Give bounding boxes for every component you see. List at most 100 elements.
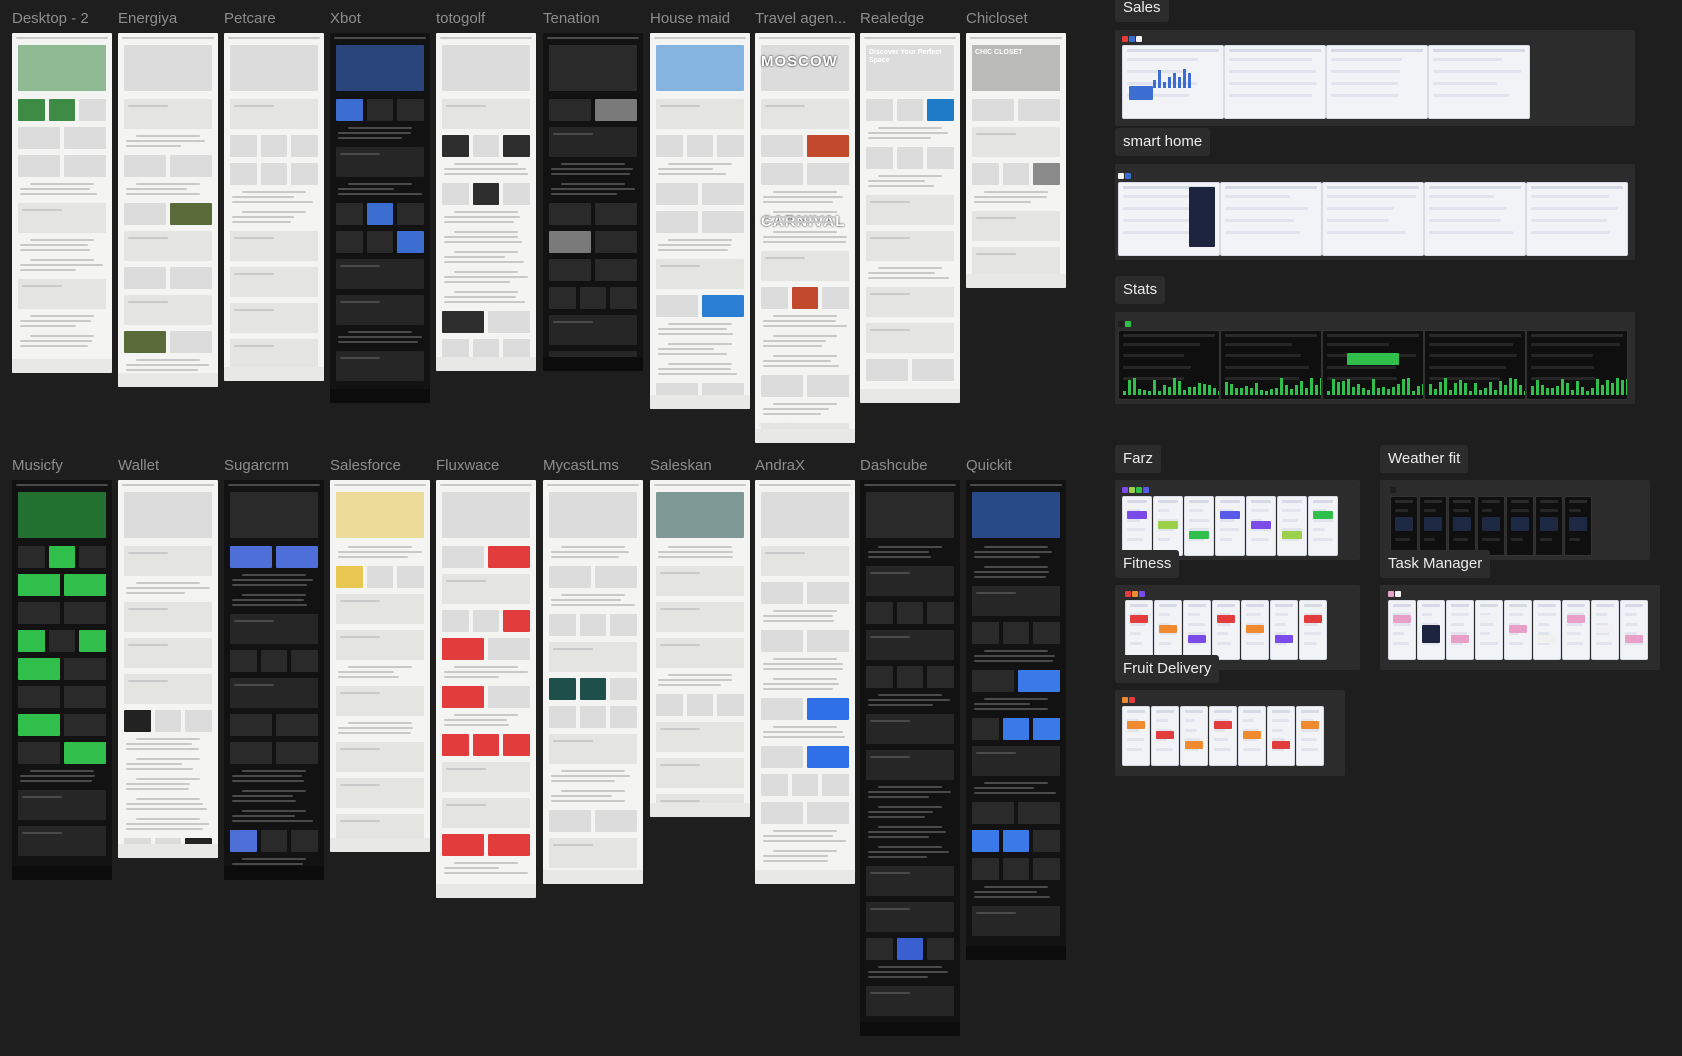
group-frame-thumbnail[interactable] (1209, 706, 1237, 766)
group-frame-thumbnail[interactable] (1504, 600, 1532, 660)
frame-label[interactable]: Fluxwace (436, 457, 499, 475)
group-frame-thumbnail[interactable] (1154, 600, 1182, 660)
frame-label[interactable]: Quickit (966, 457, 1012, 475)
page-thumbnail-frame[interactable] (543, 33, 643, 371)
group-frame-thumbnail[interactable] (1591, 600, 1619, 660)
group-frame-thumbnail[interactable] (1446, 600, 1474, 660)
frame-label[interactable]: Musicfy (12, 457, 63, 475)
content-card (276, 546, 318, 568)
group-frame-thumbnail[interactable] (1388, 600, 1416, 660)
group-frame-thumbnail[interactable] (1241, 600, 1269, 660)
group-frame-thumbnail[interactable] (1296, 706, 1324, 766)
group-frame-thumbnail[interactable] (1417, 600, 1445, 660)
frame-label[interactable]: AndraX (755, 457, 805, 475)
group-frame-thumbnail[interactable] (1153, 496, 1183, 556)
group-frame-thumbnail[interactable] (1477, 496, 1505, 556)
frame-label[interactable]: Realedge (860, 10, 924, 28)
group-frame-thumbnail[interactable] (1526, 182, 1628, 256)
group-frame-thumbnail[interactable] (1246, 496, 1276, 556)
page-thumbnail-frame[interactable] (330, 33, 430, 403)
group-frame-thumbnail[interactable] (1118, 182, 1220, 256)
group-frame-thumbnail[interactable] (1125, 600, 1153, 660)
page-thumbnail-frame[interactable]: MOSCOWCARNIVALEXPLORER'S HAVEN (755, 33, 855, 443)
group-frame-thumbnail[interactable] (1419, 496, 1447, 556)
page-thumbnail-frame[interactable] (118, 33, 218, 387)
page-thumbnail-frame[interactable] (436, 480, 536, 898)
frame-label[interactable]: Salesforce (330, 457, 401, 475)
group-frame-thumbnail[interactable] (1238, 706, 1266, 766)
group-label[interactable]: Weather fit (1380, 445, 1469, 473)
group-frame-thumbnail[interactable] (1424, 330, 1526, 400)
group-frame-thumbnail[interactable] (1212, 600, 1240, 660)
group-frame-thumbnail[interactable] (1277, 496, 1307, 556)
group-frame-thumbnail[interactable] (1390, 496, 1418, 556)
frame-label[interactable]: Saleskan (650, 457, 712, 475)
frame-label[interactable]: Tenation (543, 10, 600, 28)
page-thumbnail-frame[interactable] (12, 480, 112, 880)
frame-label[interactable]: Sugarcrm (224, 457, 289, 475)
group-frame-thumbnail[interactable] (1620, 600, 1648, 660)
group-label[interactable]: smart home (1115, 128, 1211, 156)
page-thumbnail-frame[interactable] (224, 480, 324, 880)
group-frame-thumbnail[interactable] (1533, 600, 1561, 660)
group-frame-thumbnail[interactable] (1535, 496, 1563, 556)
group-frame-thumbnail[interactable] (1299, 600, 1327, 660)
group-frame-thumbnail[interactable] (1151, 706, 1179, 766)
page-thumbnail-frame[interactable] (224, 33, 324, 381)
group-frame-thumbnail[interactable] (1326, 45, 1428, 119)
frame-label[interactable]: Travel agen... (755, 10, 846, 28)
group-frame-thumbnail[interactable] (1118, 330, 1220, 400)
group-label[interactable]: Fruit Delivery (1115, 655, 1220, 683)
page-thumbnail-frame[interactable] (650, 33, 750, 409)
frame-label[interactable]: Wallet (118, 457, 159, 475)
page-thumbnail-frame[interactable] (860, 480, 960, 1036)
group-frame-thumbnail[interactable] (1322, 330, 1424, 400)
group-frame-thumbnail[interactable] (1448, 496, 1476, 556)
group-frame-thumbnail[interactable] (1562, 600, 1590, 660)
frame-label[interactable]: Petcare (224, 10, 276, 28)
group-frame-thumbnail[interactable] (1428, 45, 1530, 119)
group-frame-thumbnail[interactable] (1322, 182, 1424, 256)
group-label[interactable]: Task Manager (1380, 550, 1491, 578)
group-frame-thumbnail[interactable] (1122, 706, 1150, 766)
page-thumbnail-frame[interactable] (755, 480, 855, 884)
group-frame-thumbnail[interactable] (1506, 496, 1534, 556)
group-frame-thumbnail[interactable] (1220, 330, 1322, 400)
group-label[interactable]: Stats (1115, 276, 1166, 304)
group-frame-thumbnail[interactable] (1122, 496, 1152, 556)
group-frame-thumbnail[interactable] (1526, 330, 1628, 400)
frame-label[interactable]: Desktop - 2 (12, 10, 89, 28)
group-frame-thumbnail[interactable] (1180, 706, 1208, 766)
group-label[interactable]: Sales (1115, 0, 1169, 22)
frame-label[interactable]: Xbot (330, 10, 361, 28)
page-thumbnail-frame[interactable] (118, 480, 218, 858)
group-frame-thumbnail[interactable] (1184, 496, 1214, 556)
group-frame-thumbnail[interactable] (1267, 706, 1295, 766)
page-thumbnail-frame[interactable] (543, 480, 643, 884)
frame-label[interactable]: House maid (650, 10, 730, 28)
page-thumbnail-frame[interactable] (966, 480, 1066, 960)
group-frame-thumbnail[interactable] (1475, 600, 1503, 660)
page-thumbnail-frame[interactable] (12, 33, 112, 373)
page-thumbnail-frame[interactable]: Discover Your Perfect Space (860, 33, 960, 403)
group-frame-thumbnail[interactable] (1270, 600, 1298, 660)
page-thumbnail-frame[interactable] (436, 33, 536, 371)
frame-label[interactable]: totogolf (436, 10, 485, 28)
frame-label[interactable]: Chicloset (966, 10, 1028, 28)
group-frame-thumbnail[interactable] (1183, 600, 1211, 660)
group-frame-thumbnail[interactable] (1564, 496, 1592, 556)
group-frame-thumbnail[interactable] (1308, 496, 1338, 556)
group-frame-thumbnail[interactable] (1122, 45, 1224, 119)
group-frame-thumbnail[interactable] (1424, 182, 1526, 256)
frame-label[interactable]: Energiya (118, 10, 177, 28)
frame-label[interactable]: Dashcube (860, 457, 928, 475)
group-frame-thumbnail[interactable] (1224, 45, 1326, 119)
page-thumbnail-frame[interactable] (330, 480, 430, 852)
page-thumbnail-frame[interactable]: CHIC CLOSET (966, 33, 1066, 288)
group-label[interactable]: Fitness (1115, 550, 1180, 578)
page-thumbnail-frame[interactable] (650, 480, 750, 817)
group-frame-thumbnail[interactable] (1220, 182, 1322, 256)
group-label[interactable]: Farz (1115, 445, 1161, 473)
group-frame-thumbnail[interactable] (1215, 496, 1245, 556)
frame-label[interactable]: MycastLms (543, 457, 619, 475)
